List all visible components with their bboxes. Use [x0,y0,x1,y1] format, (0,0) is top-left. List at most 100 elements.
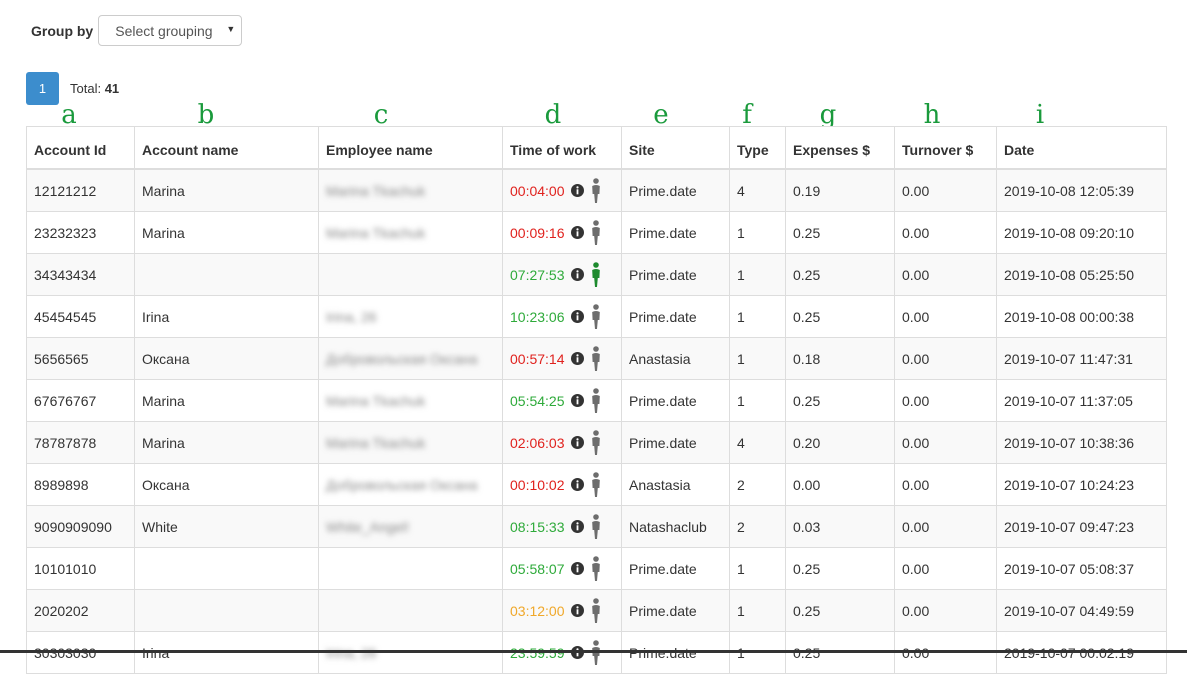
time-of-work-value: 00:57:14 [510,350,565,367]
cell-time-of-work: 07:27:53 [502,253,622,296]
person-icon[interactable] [591,261,601,288]
table-header-row: Account Id Account name Employee name Ti… [26,126,1167,170]
cell-date: 2019-10-07 09:47:23 [996,505,1167,548]
person-icon[interactable] [591,555,601,582]
cell-account-name: Оксана [134,337,319,380]
time-of-work-wrapper: 02:06:03 [510,429,614,456]
header-site[interactable]: Site [621,126,730,170]
header-turnover[interactable]: Turnover $ [894,126,997,170]
info-icon[interactable] [571,352,584,365]
cell-time-of-work: 00:09:16 [502,211,622,254]
time-of-work-wrapper: 10:23:06 [510,303,614,330]
person-icon[interactable] [591,513,601,540]
table-row: 8989898 Оксана Добровольская Оксана 00:10:0… [26,463,1167,506]
cell-site: Prime.date [621,211,730,254]
cell-site: Prime.date [621,253,730,296]
cell-date: 2019-10-08 00:00:38 [996,295,1167,338]
info-icon[interactable] [571,562,584,575]
info-icon[interactable] [571,268,584,281]
header-account-name[interactable]: Account name [134,126,319,170]
person-icon[interactable] [591,387,601,414]
cell-expenses: 0.25 [785,253,895,296]
cell-account-id: 8989898 [26,463,135,506]
time-of-work-value: 00:10:02 [510,476,565,493]
table-row: 34343434 07:27:53 Prime.date 1 0.25 0.00 2019-… [26,253,1167,296]
cell-employee-name: Irina, 26 [318,295,503,338]
cell-account-name [134,547,319,590]
cell-turnover: 0.00 [894,211,997,254]
cell-expenses: 0.25 [785,589,895,632]
header-time-of-work[interactable]: Time of work [502,126,622,170]
person-icon[interactable] [591,429,601,456]
time-of-work-value: 07:27:53 [510,266,565,283]
info-icon[interactable] [571,184,584,197]
cell-turnover: 0.00 [894,463,997,506]
info-icon[interactable] [571,310,584,323]
cell-turnover: 0.00 [894,337,997,380]
time-of-work-wrapper: 03:12:00 [510,597,614,624]
info-icon[interactable] [571,604,584,617]
cell-account-name [134,589,319,632]
employee-name-value: Marina Tkachuk [326,182,426,199]
cell-time-of-work: 00:57:14 [502,337,622,380]
header-type[interactable]: Type [729,126,786,170]
cell-turnover: 0.00 [894,253,997,296]
table-row: 23232323 Marina Marina Tkachuk 00:09:16 Prim… [26,211,1167,254]
time-of-work-wrapper: 05:54:25 [510,387,614,414]
cell-employee-name [318,547,503,590]
statistics-table: Account Id Account name Employee name Ti… [26,126,1167,674]
info-icon[interactable] [571,436,584,449]
cell-turnover: 0.00 [894,379,997,422]
person-icon[interactable] [591,177,601,204]
cell-type: 4 [729,168,786,212]
cell-type: 1 [729,589,786,632]
cell-turnover: 0.00 [894,168,997,212]
header-date[interactable]: Date [996,126,1167,170]
cell-site: Anastasia [621,463,730,506]
cell-time-of-work: 03:12:00 [502,589,622,632]
cell-employee-name: Добровольская Оксана [318,337,503,380]
grouping-select[interactable]: Select grouping ▼ [98,15,243,46]
time-of-work-value: 10:23:06 [510,308,565,325]
cell-expenses: 0.25 [785,211,895,254]
employee-name-value: White_Angel! [326,518,410,535]
cell-account-name: Marina [134,421,319,464]
person-icon[interactable] [591,219,601,246]
time-of-work-value: 05:54:25 [510,392,565,409]
cell-type: 1 [729,547,786,590]
time-of-work-wrapper: 00:04:00 [510,177,614,204]
caret-down-icon: ▼ [226,24,236,34]
employee-name-value: Добровольская Оксана [326,350,478,367]
person-icon[interactable] [591,345,601,372]
person-icon[interactable] [591,471,601,498]
table-row: 12121212 Marina Marina Tkachuk 00:04:00 Prim… [26,168,1167,212]
header-expenses[interactable]: Expenses $ [785,126,895,170]
info-icon[interactable] [571,226,584,239]
cell-employee-name: White_Angel! [318,505,503,548]
cell-site: Prime.date [621,295,730,338]
cell-time-of-work: 05:58:07 [502,547,622,590]
cell-employee-name: Добровольская Оксана [318,463,503,506]
cell-date: 2019-10-08 12:05:39 [996,168,1167,212]
info-icon[interactable] [571,478,584,491]
info-icon[interactable] [571,520,584,533]
person-icon[interactable] [591,303,601,330]
employee-name-value: Marina Tkachuk [326,434,426,451]
cell-date: 2019-10-07 10:24:23 [996,463,1167,506]
cell-account-name: Marina [134,211,319,254]
cell-employee-name: Marina Tkachuk [318,379,503,422]
cell-expenses: 0.00 [785,463,895,506]
person-icon[interactable] [591,597,601,624]
cell-account-id: 9090909090 [26,505,135,548]
table-body: 12121212 Marina Marina Tkachuk 00:04:00 Prim… [26,168,1167,674]
table-row: 5656565 Оксана Добровольская Оксана 00:57:1… [26,337,1167,380]
header-employee-name[interactable]: Employee name [318,126,503,170]
total-label: Total: [70,81,102,96]
cell-account-id: 78787878 [26,421,135,464]
time-of-work-value: 00:04:00 [510,182,565,199]
header-account-id[interactable]: Account Id [26,126,135,170]
table-row: 67676767 Marina Marina Tkachuk 05:54:25 Prim… [26,379,1167,422]
table-row: 10101010 05:58:07 Prime.date 1 0.25 0.00 2019-… [26,547,1167,590]
cell-expenses: 0.25 [785,379,895,422]
info-icon[interactable] [571,394,584,407]
